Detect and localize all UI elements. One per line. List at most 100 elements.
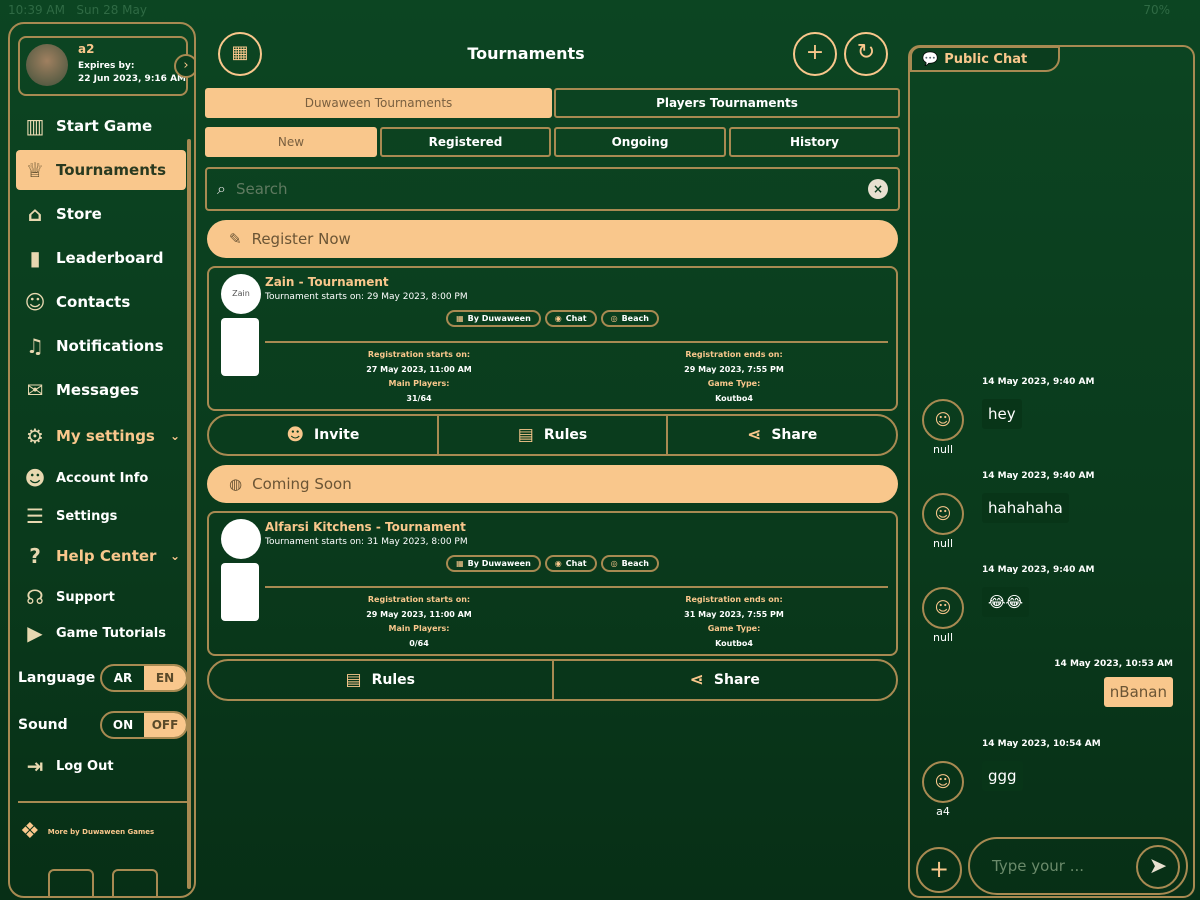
tab-ongoing[interactable]: Ongoing bbox=[554, 127, 726, 157]
registration-end-info: Registration ends on: 29 May 2023, 7:55 P… bbox=[684, 350, 784, 403]
tournament-chip: ◉ Chat bbox=[544, 555, 597, 572]
lang-en[interactable]: EN bbox=[144, 666, 186, 690]
tab-players-tournaments[interactable]: Players Tournaments bbox=[554, 88, 900, 118]
action-label: Invite bbox=[314, 427, 360, 443]
registration-start-info: Registration starts on: 29 May 2023, 11:0… bbox=[366, 595, 472, 648]
status-time: 10:39 AM Sun 28 May bbox=[8, 3, 147, 17]
sidebar-item-account-info[interactable]: ☻ Account Info bbox=[16, 462, 186, 494]
gear-icon: ⚙ bbox=[26, 424, 44, 448]
sound-label: Sound bbox=[18, 717, 68, 733]
language-toggle[interactable]: AR EN bbox=[100, 664, 188, 692]
divider bbox=[265, 341, 888, 343]
clear-search-icon[interactable]: × bbox=[868, 179, 888, 199]
sound-toggle[interactable]: ON OFF bbox=[100, 711, 188, 739]
chat-username: a4 bbox=[936, 805, 950, 818]
sound-on[interactable]: ON bbox=[102, 713, 144, 737]
chevron-right-icon[interactable]: › bbox=[174, 54, 194, 78]
sidebar-item-label: Notifications bbox=[56, 337, 164, 355]
tab-duwaween-tournaments[interactable]: Duwaween Tournaments bbox=[205, 88, 552, 118]
sidebar-item-notifications[interactable]: ♫ Notifications bbox=[16, 326, 186, 366]
message-timestamp: 14 May 2023, 9:40 AM bbox=[982, 471, 1095, 481]
account-icon: ☻ bbox=[24, 466, 46, 490]
message-timestamp: 14 May 2023, 9:40 AM bbox=[982, 377, 1095, 387]
sidebar-item-support[interactable]: ☊ Support bbox=[16, 581, 186, 613]
chat-avatar[interactable]: ☺ bbox=[922, 493, 964, 535]
chat-avatar[interactable]: ☺ bbox=[922, 399, 964, 441]
organizer-icon: ▦ bbox=[456, 314, 464, 323]
language-toggle-row: Language AR EN bbox=[18, 664, 188, 692]
language-label: Language bbox=[18, 670, 96, 686]
chat-input[interactable]: Type your ... ➤ bbox=[968, 837, 1188, 895]
help-icon: ? bbox=[29, 544, 41, 568]
chat-message: ggg bbox=[982, 761, 1023, 791]
tournament-title: Zain - Tournament bbox=[265, 275, 389, 289]
share-button[interactable]: ⋖ Share bbox=[668, 416, 896, 454]
sidebar-item-label: Tournaments bbox=[56, 161, 167, 179]
tab-new[interactable]: New bbox=[205, 127, 377, 157]
tab-history[interactable]: History bbox=[729, 127, 900, 157]
lang-ar[interactable]: AR bbox=[102, 666, 144, 690]
tournament-card[interactable]: Alfarsi Kitchens - Tournament Tournament… bbox=[207, 511, 898, 656]
game-app-icon[interactable] bbox=[48, 869, 94, 896]
sidebar-item-settings[interactable]: ☰ Settings bbox=[16, 500, 186, 532]
message-timestamp: 14 May 2023, 9:40 AM bbox=[982, 565, 1095, 575]
sound-toggle-row: Sound ON OFF bbox=[18, 711, 188, 739]
tab-registered[interactable]: Registered bbox=[380, 127, 551, 157]
beach-icon: ◎ bbox=[610, 314, 618, 323]
sidebar-scrollbar[interactable] bbox=[187, 139, 191, 889]
trophy-icon: ♕ bbox=[26, 158, 44, 182]
sidebar-item-label: Messages bbox=[56, 381, 139, 399]
banner-label: Coming Soon bbox=[252, 475, 352, 493]
sidebar-item-help-center[interactable]: ? Help Center ⌄ bbox=[16, 536, 186, 576]
action-label: Rules bbox=[371, 672, 415, 688]
game-app-icon[interactable] bbox=[112, 869, 158, 896]
chat-header: 💬 Public Chat bbox=[910, 46, 1060, 72]
sidebar-item-contacts[interactable]: ☺ Contacts bbox=[16, 282, 186, 322]
sidebar-item-start-game[interactable]: ▥ Start Game bbox=[16, 106, 186, 146]
sidebar-item-game-tutorials[interactable]: ▶ Game Tutorials bbox=[16, 617, 186, 649]
contacts-icon: ☺ bbox=[24, 290, 46, 314]
tournament-chip: ◎ Beach bbox=[600, 310, 659, 327]
sidebar-item-messages[interactable]: ✉ Messages bbox=[16, 370, 186, 410]
play-icon: ▶ bbox=[27, 621, 43, 645]
chevron-down-icon[interactable]: ⌄ bbox=[170, 429, 180, 443]
register-icon: ✎ bbox=[229, 230, 242, 248]
leaderboard-icon: ▮ bbox=[29, 246, 41, 270]
chat-avatar[interactable]: ☺ bbox=[922, 587, 964, 629]
chat-input-placeholder: Type your ... bbox=[992, 857, 1085, 875]
logout-button[interactable]: ⇥ Log Out bbox=[16, 750, 186, 782]
mail-icon: ✉ bbox=[26, 378, 44, 402]
chat-add-button[interactable]: + bbox=[916, 847, 962, 893]
beach-icon: ◎ bbox=[610, 559, 618, 568]
sound-off[interactable]: OFF bbox=[144, 713, 186, 737]
message-timestamp: 14 May 2023, 10:54 AM bbox=[982, 739, 1101, 749]
tournament-actions: ▤ Rules ⋖ Share bbox=[207, 659, 898, 701]
refresh-button[interactable]: ↻ bbox=[844, 32, 888, 76]
sidebar-item-store[interactable]: ⌂ Store bbox=[16, 194, 186, 234]
profile-card[interactable]: a2 Expires by: 22 Jun 2023, 9:16 AM › bbox=[18, 36, 194, 96]
send-button[interactable]: ➤ bbox=[1136, 845, 1180, 889]
divider bbox=[18, 801, 188, 803]
rules-button[interactable]: ▤ Rules bbox=[439, 416, 669, 454]
invite-button[interactable]: ☻ Invite bbox=[209, 416, 439, 454]
page-title: Tournaments bbox=[467, 44, 585, 63]
sidebar-item-tournaments[interactable]: ♕ Tournaments bbox=[16, 150, 186, 190]
chat-message: hey bbox=[982, 399, 1022, 429]
chat-message: 😂😂 bbox=[982, 587, 1030, 617]
chevron-down-icon[interactable]: ⌄ bbox=[170, 549, 180, 563]
more-games-link[interactable]: ❖ More by Duwaween Games bbox=[20, 819, 154, 844]
calendar-button[interactable]: ▦ bbox=[218, 32, 262, 76]
chat-avatar[interactable]: ☺ bbox=[922, 761, 964, 803]
search-input[interactable] bbox=[235, 180, 858, 198]
tournament-card[interactable]: Zain Zain - Tournament Tournament starts… bbox=[207, 266, 898, 411]
add-button[interactable]: + bbox=[793, 32, 837, 76]
sidebar-item-my-settings[interactable]: ⚙ My settings ⌄ bbox=[16, 416, 186, 456]
share-button[interactable]: ⋖ Share bbox=[554, 661, 897, 699]
sidebar-item-leaderboard[interactable]: ▮ Leaderboard bbox=[16, 238, 186, 278]
rules-button[interactable]: ▤ Rules bbox=[209, 661, 554, 699]
action-label: Share bbox=[713, 672, 760, 688]
sidebar-item-label: Store bbox=[56, 205, 102, 223]
sidebar-item-label: Support bbox=[56, 589, 115, 605]
tournament-title: Alfarsi Kitchens - Tournament bbox=[265, 520, 466, 534]
battery-level: 70% bbox=[1143, 3, 1170, 17]
